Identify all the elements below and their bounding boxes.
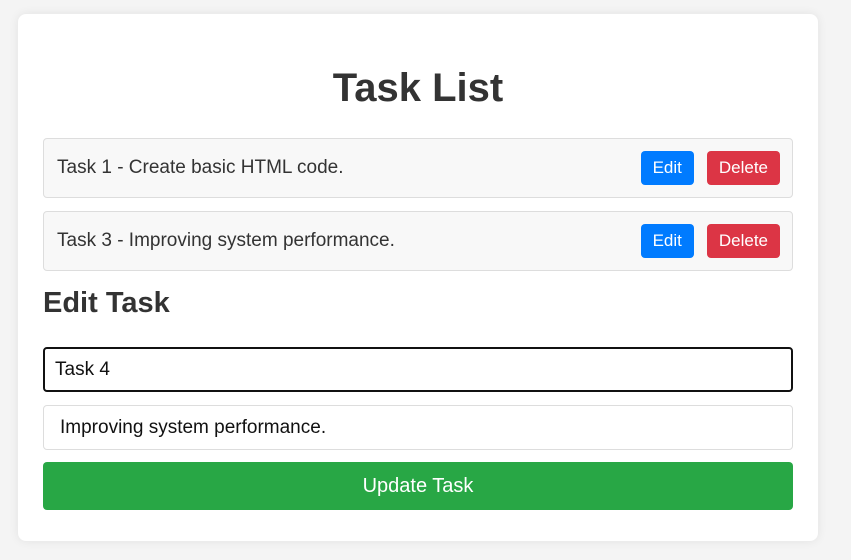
task-card: Task List Task 1 - Create basic HTML cod… — [18, 14, 818, 541]
task-item: Task 1 - Create basic HTML code. Edit De… — [43, 138, 793, 198]
delete-task-button[interactable]: Delete — [706, 151, 780, 185]
edit-task-heading: Edit Task — [43, 287, 170, 319]
update-task-button[interactable]: Update Task — [43, 462, 793, 510]
task-title-input[interactable] — [43, 347, 793, 392]
task-list: Task 1 - Create basic HTML code. Edit De… — [43, 138, 793, 271]
task-item: Task 3 - Improving system performance. E… — [43, 211, 793, 271]
delete-task-button[interactable]: Delete — [706, 224, 780, 258]
task-actions: Edit Delete — [640, 224, 780, 258]
page-title: Task List — [332, 66, 504, 110]
task-text: Task 1 - Create basic HTML code. — [57, 157, 344, 178]
edit-task-button[interactable]: Edit — [640, 151, 694, 185]
task-text: Task 3 - Improving system performance. — [57, 230, 395, 251]
edit-task-button[interactable]: Edit — [640, 224, 694, 258]
task-description-input[interactable] — [43, 405, 793, 450]
task-actions: Edit Delete — [640, 151, 780, 185]
